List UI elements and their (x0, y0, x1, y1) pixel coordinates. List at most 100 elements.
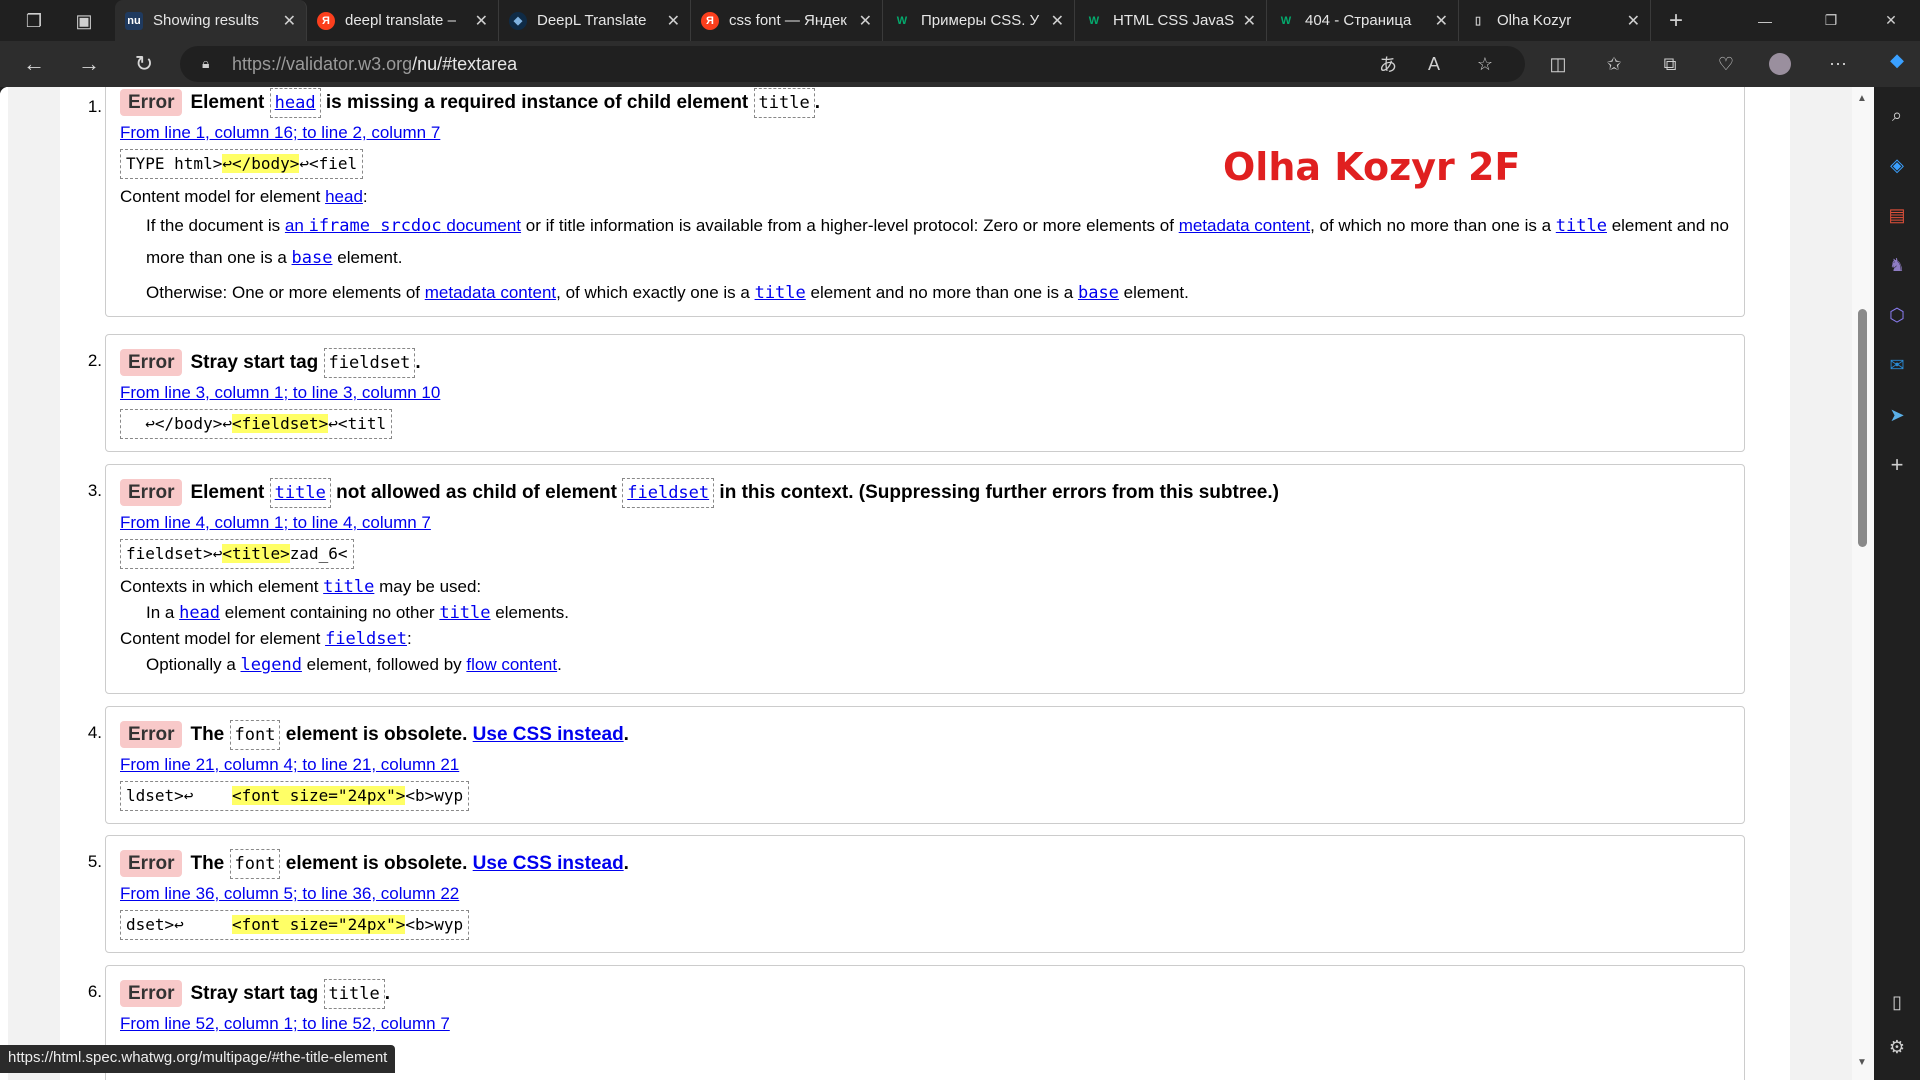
heading-text: . (814, 92, 820, 113)
close-tab-icon[interactable]: ✕ (475, 11, 488, 31)
minimize-icon[interactable]: — (1742, 0, 1788, 41)
tab-css-font-yandex[interactable]: Я css font — Яндек ✕ (691, 0, 883, 41)
lock-icon[interactable]: 🔒︎ (202, 55, 218, 73)
add-sidebar-icon[interactable]: + (1882, 450, 1912, 480)
close-tab-icon[interactable]: ✕ (1243, 11, 1256, 31)
heading-text: Stray start tag (190, 983, 319, 1004)
base-element-link[interactable]: base (292, 248, 333, 268)
source-location-link[interactable]: From line 1, column 16; to line 2, colum… (120, 119, 1730, 147)
favorites-icon[interactable]: ✩ (1596, 46, 1632, 82)
heading-text: . (623, 724, 629, 745)
title-element-link[interactable]: title (755, 283, 806, 303)
close-tab-icon[interactable]: ✕ (1627, 11, 1640, 31)
close-tab-icon[interactable]: ✕ (1435, 11, 1448, 31)
title-element-link[interactable]: title (275, 483, 326, 503)
tab-deepl-translate-yandex[interactable]: Я deepl translate – ✕ (307, 0, 499, 41)
search-icon[interactable]: ⌕ (1882, 100, 1912, 130)
edge-sidebar: ◆ ⌕ ◈ ▤ ♞ ⬡ ✉ ➤ + ▯ ⚙ (1874, 50, 1920, 1080)
element-code: font (229, 720, 281, 750)
favorite-star-icon[interactable]: ☆ (1467, 46, 1503, 82)
tab-olha-kozyr[interactable]: ▯ Olha Kozyr ✕ (1459, 0, 1651, 41)
extract-text: ↩<fiel (299, 154, 358, 173)
restore-icon[interactable]: ❐ (1808, 0, 1854, 41)
use-css-instead-link[interactable]: Use CSS instead (473, 853, 624, 874)
metadata-content-link[interactable]: metadata content (425, 283, 556, 302)
drop-icon[interactable]: ➤ (1882, 400, 1912, 430)
vertical-scrollbar[interactable]: ▲ ▼ (1852, 87, 1874, 1080)
microsoft-365-icon[interactable]: ⬡ (1882, 300, 1912, 330)
detail-text: element, followed by (306, 655, 462, 674)
head-element-link[interactable]: head (275, 93, 316, 113)
iframe-srcdoc-link[interactable]: an iframe srcdoc document (285, 216, 521, 236)
close-tab-icon[interactable]: ✕ (859, 11, 872, 31)
tools-icon[interactable]: ▤ (1882, 200, 1912, 230)
head-element-link[interactable]: head (179, 603, 220, 623)
extract-highlight: ↩</body> (222, 154, 300, 173)
read-aloud-icon[interactable]: A (1416, 46, 1452, 82)
tab-showing-results[interactable]: nu Showing results ✕ (115, 0, 307, 41)
shopping-icon[interactable]: ◈ (1882, 150, 1912, 180)
detail-text: or if title information is available fro… (525, 216, 1174, 235)
metadata-content-link[interactable]: metadata content (1179, 216, 1310, 235)
close-tab-icon[interactable]: ✕ (283, 11, 296, 31)
more-menu-icon[interactable]: ⋯ (1820, 46, 1856, 82)
extract-text: ↩</body>↩ (126, 414, 232, 433)
tab-html-css-js[interactable]: W HTML CSS JavaS ✕ (1075, 0, 1267, 41)
tab-404-page[interactable]: W 404 - Страница ✕ (1267, 0, 1459, 41)
tab-css-examples[interactable]: W Примеры CSS. У ✕ (883, 0, 1075, 41)
refresh-icon[interactable]: ↻ (122, 44, 166, 84)
scroll-up-arrow-icon[interactable]: ▲ (1857, 93, 1867, 104)
title-element-link[interactable]: title (1556, 216, 1607, 236)
games-icon[interactable]: ♞ (1882, 250, 1912, 280)
flow-content-link[interactable]: flow content (466, 655, 557, 674)
heading-text: . (623, 853, 629, 874)
back-icon[interactable]: ← (12, 44, 56, 84)
label-text: may be used: (379, 577, 482, 596)
message-heading: Error Element title not allowed as child … (120, 477, 1730, 509)
error-message: Error Element head is missing a required … (105, 87, 1745, 317)
url-text[interactable]: https://validator.w3.org/nu/#textarea (232, 54, 517, 75)
browser-essentials-icon[interactable]: ♡ (1708, 46, 1744, 82)
source-location-link[interactable]: From line 21, column 4; to line 21, colu… (120, 751, 1730, 779)
collections-icon[interactable]: ⧉ (1652, 46, 1688, 82)
workspaces-icon[interactable]: ❐ (16, 3, 52, 39)
contexts-line: Contexts in which element title may be u… (120, 574, 1730, 600)
tab-favicon: W (1280, 14, 1292, 27)
extract-highlight: <font size="24px"> (231, 786, 406, 805)
element-code: title (753, 88, 815, 118)
settings-icon[interactable]: ⚙ (1882, 1032, 1912, 1062)
source-location-link[interactable]: From line 36, column 5; to line 36, colu… (120, 880, 1730, 908)
split-screen-icon[interactable]: ◫ (1540, 46, 1576, 82)
profile-avatar[interactable] (1762, 46, 1798, 82)
source-location-link[interactable]: From line 52, column 1; to line 52, colu… (120, 1010, 1730, 1038)
fieldset-element-link[interactable]: fieldset (627, 483, 709, 503)
heading-text: The (190, 853, 225, 874)
close-tab-icon[interactable]: ✕ (667, 11, 680, 31)
source-location-link[interactable]: From line 3, column 1; to line 3, column… (120, 379, 1730, 407)
page-viewport: 1. Error Element head is missing a requir… (0, 87, 1874, 1080)
source-location-link[interactable]: From line 4, column 1; to line 4, column… (120, 509, 1730, 537)
legend-element-link[interactable]: legend (241, 655, 302, 675)
head-element-link[interactable]: head (325, 187, 363, 206)
title-element-link[interactable]: title (439, 603, 490, 623)
copilot-icon[interactable]: ◆ (1882, 45, 1912, 75)
base-element-link[interactable]: base (1078, 283, 1119, 303)
url-field[interactable]: 🔒︎ https://validator.w3.org/nu/#textarea… (180, 46, 1525, 82)
tab-actions-icon[interactable]: ▣ (66, 3, 102, 39)
source-extract: ↩</body>↩<fieldset>↩<titl (120, 409, 393, 439)
fieldset-element-link[interactable]: fieldset (325, 629, 407, 649)
close-window-icon[interactable]: ✕ (1868, 0, 1914, 41)
tab-deepl[interactable]: ◆ DeepL Translate ✕ (499, 0, 691, 41)
forward-icon[interactable]: → (67, 44, 111, 84)
outlook-icon[interactable]: ✉ (1882, 350, 1912, 380)
hide-sidebar-icon[interactable]: ▯ (1882, 987, 1912, 1017)
error-badge: Error (120, 479, 183, 506)
message-number: 3. (87, 481, 102, 500)
use-css-instead-link[interactable]: Use CSS instead (473, 724, 624, 745)
new-tab-icon[interactable]: + (1658, 3, 1694, 39)
scroll-down-arrow-icon[interactable]: ▼ (1857, 1057, 1867, 1068)
translate-icon[interactable]: あ (1370, 46, 1406, 82)
scrollbar-thumb[interactable] (1858, 309, 1867, 547)
close-tab-icon[interactable]: ✕ (1051, 11, 1064, 31)
title-element-link[interactable]: title (323, 577, 374, 597)
